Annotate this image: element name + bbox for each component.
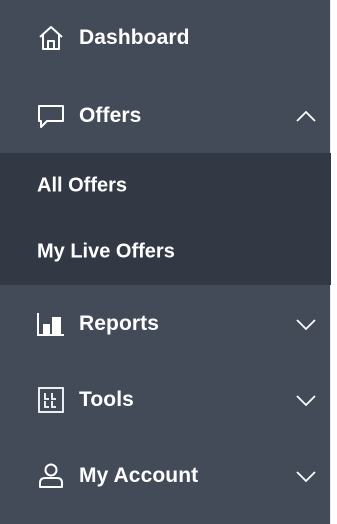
chevron-down-icon[interactable] [295,317,317,331]
speech-bubble-icon [36,101,66,131]
sidebar-item-label: Reports [79,312,160,335]
user-icon [36,461,66,491]
submenu-item-my-live-offers[interactable]: My Live Offers [0,219,331,285]
chevron-down-icon[interactable] [295,393,317,407]
submenu-item-label: All Offers [37,174,128,197]
submenu-item-label: My Live Offers [37,240,175,263]
bar-chart-icon [36,309,66,339]
sidebar-item-reports[interactable]: Reports [0,286,331,362]
sidebar-item-offers[interactable]: Offers [0,78,331,154]
sidebar-item-dashboard[interactable]: Dashboard [0,0,331,76]
sidebar-item-label: Offers [79,104,142,127]
home-icon [36,23,66,53]
sidebar-item-label: Dashboard [79,26,190,49]
chevron-down-icon[interactable] [295,469,317,483]
sidebar-item-label: Tools [79,388,134,411]
tools-grid-icon [36,385,66,415]
offers-submenu: All Offers My Live Offers [0,153,331,285]
submenu-item-all-offers[interactable]: All Offers [0,153,331,219]
chevron-up-icon[interactable] [295,109,317,123]
sidebar-item-tools[interactable]: Tools [0,362,331,438]
sidebar-item-label: My Account [79,464,199,487]
sidebar-item-my-account[interactable]: My Account [0,438,331,514]
sidebar-nav: Dashboard Offers All Offers My Live Offe… [0,0,331,524]
